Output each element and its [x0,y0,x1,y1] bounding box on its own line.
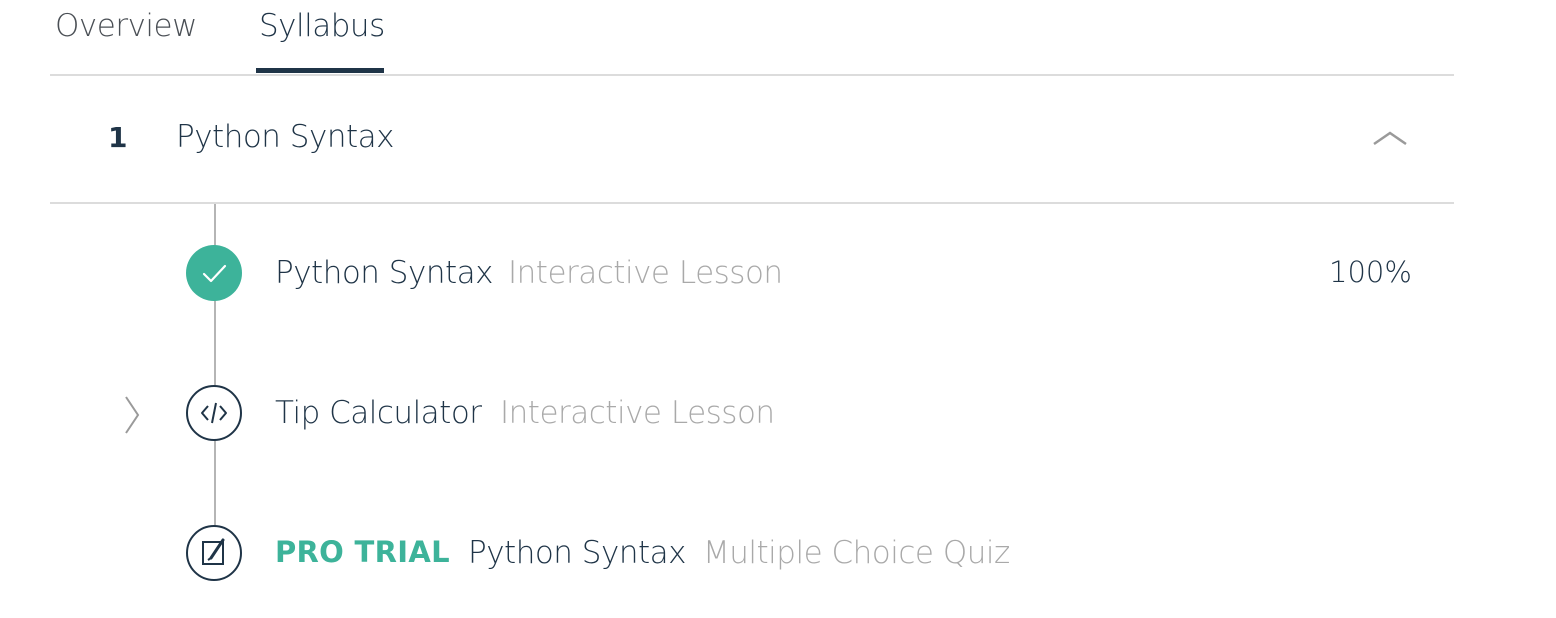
lesson-title[interactable]: Python Syntax [275,255,493,291]
chevron-up-icon[interactable] [1372,128,1408,148]
lesson-row[interactable]: Python Syntax Interactive Lesson 100% [0,245,1556,305]
lesson-type: Multiple Choice Quiz [703,535,1010,571]
lesson-progress: 100% [1329,255,1412,289]
tab-syllabus[interactable]: Syllabus [259,8,385,44]
module-number: 1 [108,121,128,154]
lesson-title[interactable]: Python Syntax [468,535,686,571]
check-icon [186,245,242,301]
lesson-type: Interactive Lesson [500,395,775,431]
active-tab-indicator [256,68,384,73]
module-header[interactable]: 1 Python Syntax [50,74,1454,204]
module-title: Python Syntax [176,119,394,155]
code-icon [186,385,242,441]
chevron-right-icon[interactable] [122,393,142,437]
quiz-pencil-icon [186,525,242,581]
lesson-row[interactable]: Tip Calculator Interactive Lesson [0,385,1556,445]
tab-overview[interactable]: Overview [55,8,197,44]
pro-trial-badge: PRO TRIAL [275,535,450,569]
lesson-type: Interactive Lesson [508,255,783,291]
tab-bar: Overview Syllabus [50,0,1454,76]
lesson-title[interactable]: Tip Calculator [275,395,482,431]
lesson-row[interactable]: PRO TRIAL Python Syntax Multiple Choice … [0,525,1556,585]
